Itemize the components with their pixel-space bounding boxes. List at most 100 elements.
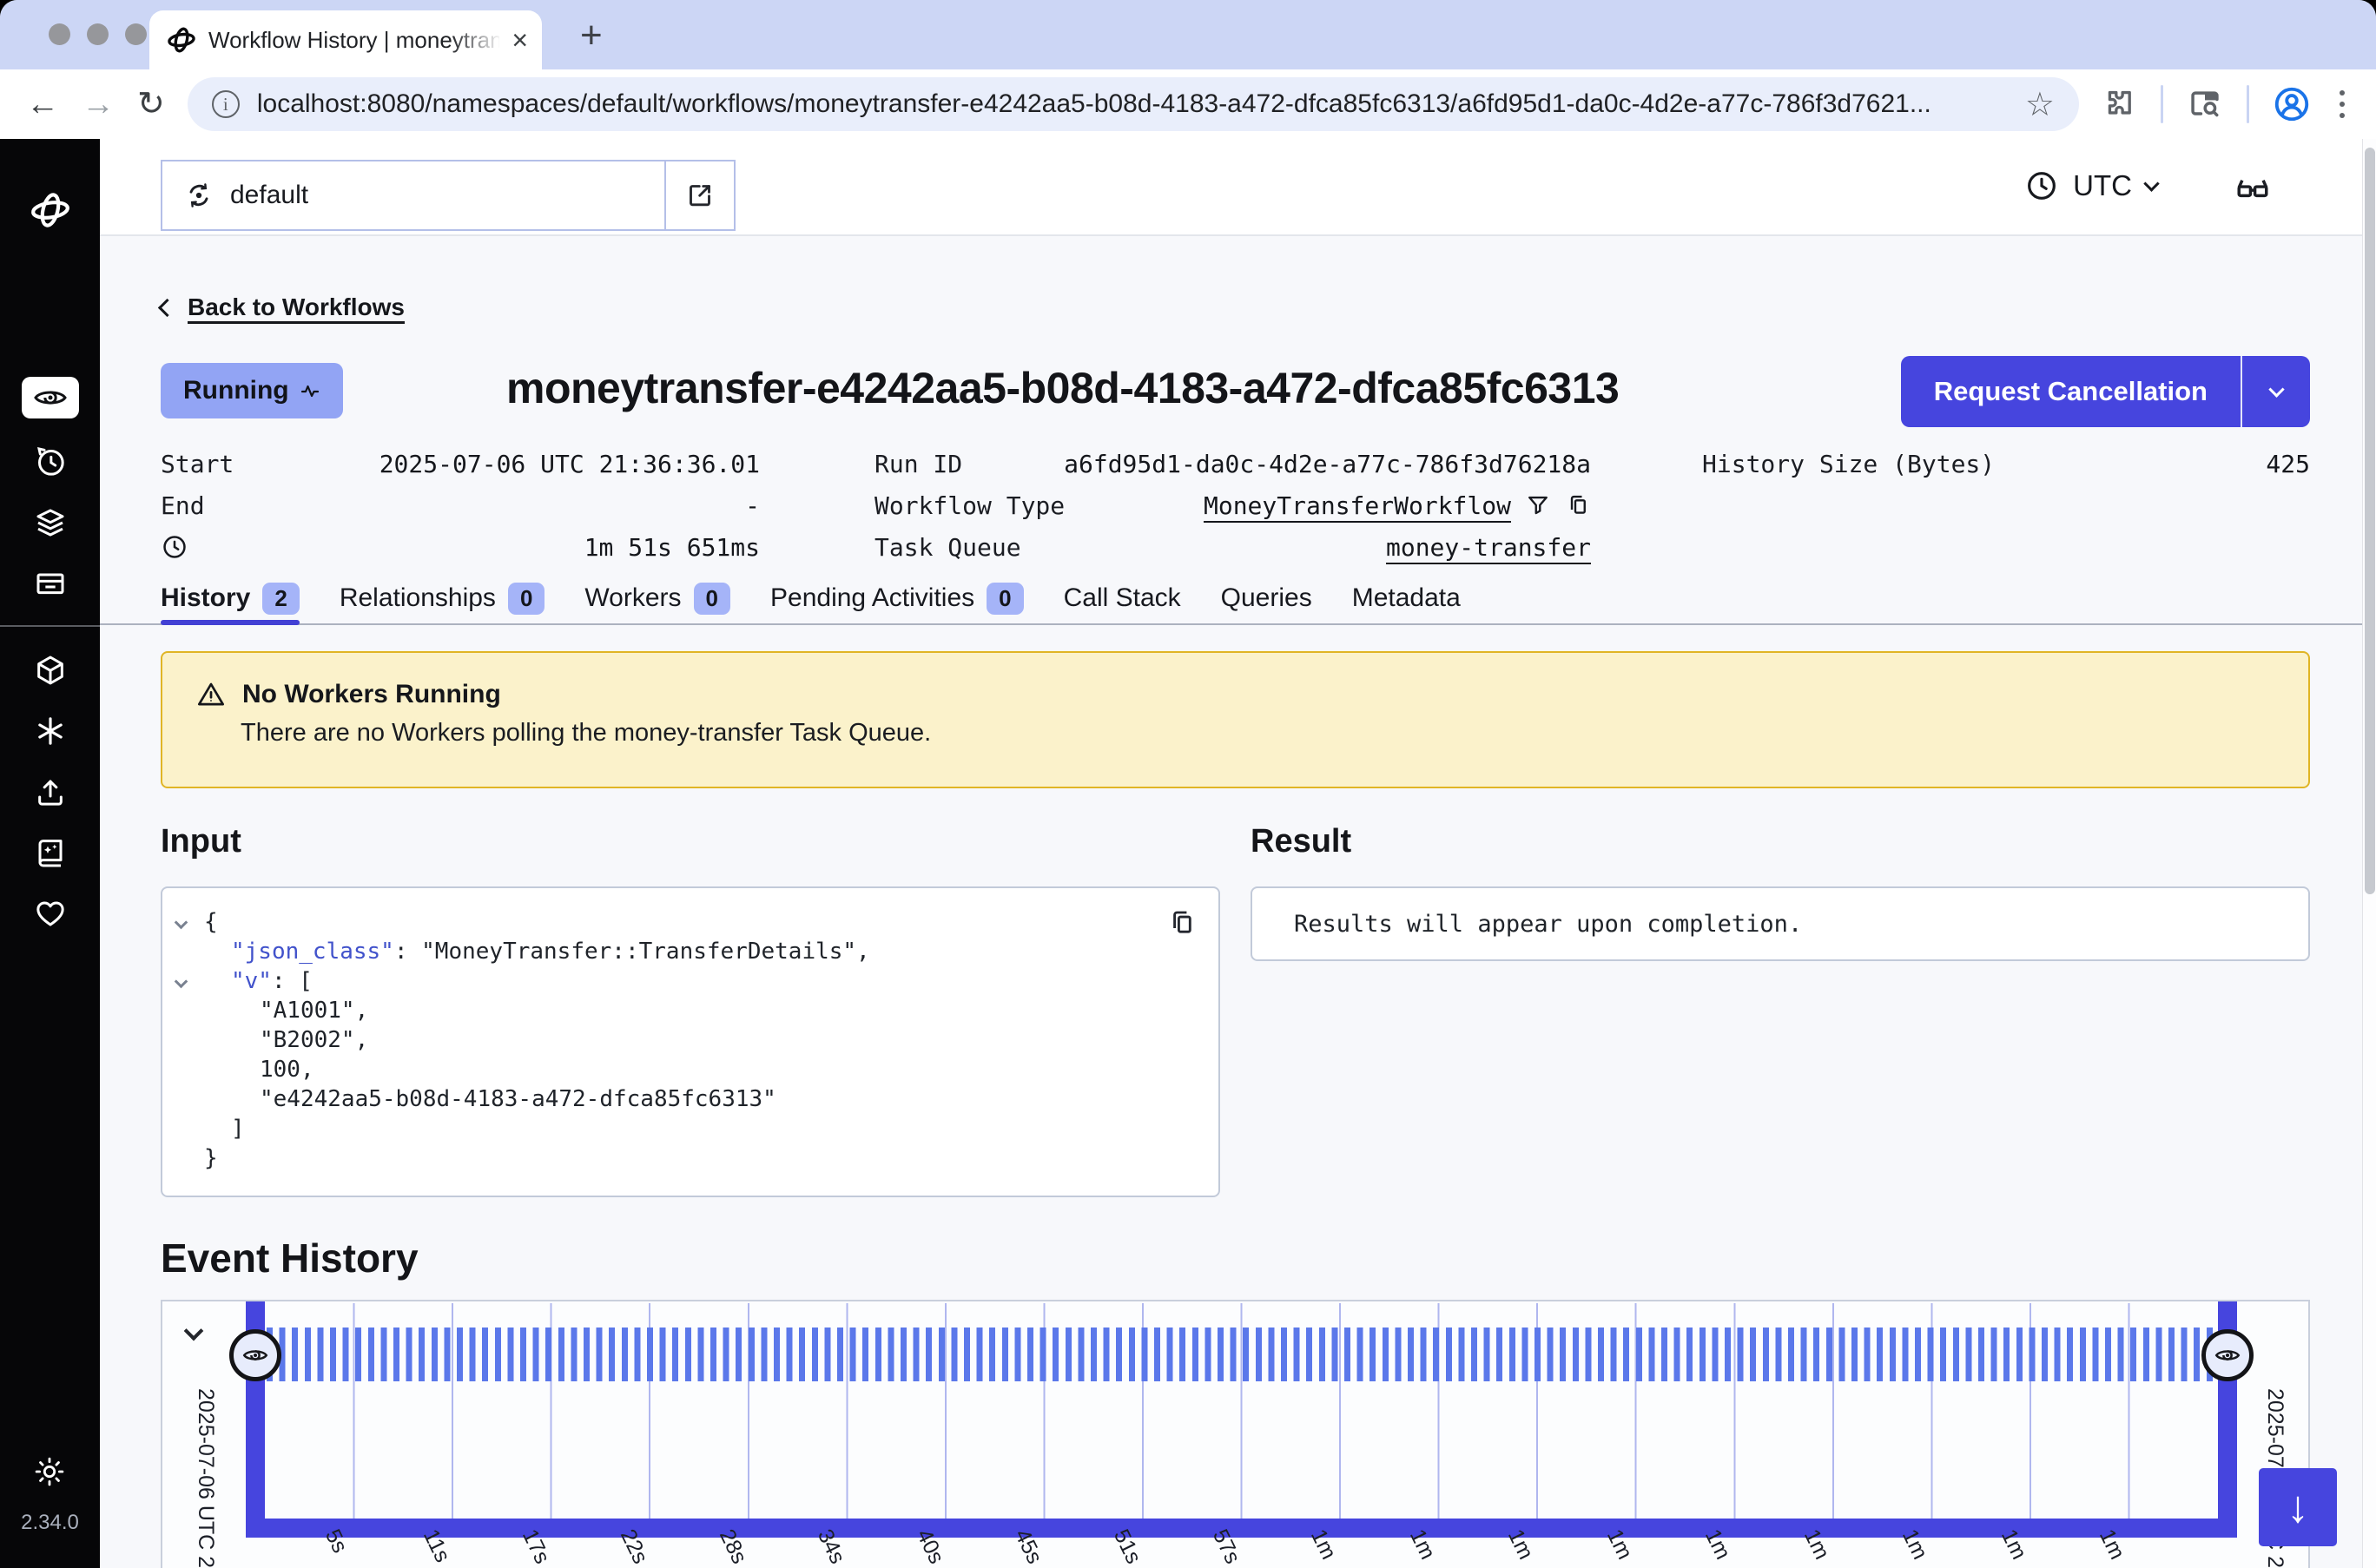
clock-icon: [2024, 168, 2059, 203]
meta-start-row: Start 2025-07-06 UTC 21:36:36.01: [161, 443, 760, 484]
duration-clock-icon: [161, 533, 188, 561]
meta-run-id-row: Run ID a6fd95d1-da0c-4d2e-a77c-786f3d762…: [874, 443, 1591, 484]
input-card: { "json_class": "MoneyTransfer::Transfer…: [161, 886, 1220, 1197]
tab-close-icon[interactable]: ×: [512, 26, 528, 54]
event-history-timeline[interactable]: 2025-07-06 UTC 2 2025-07-06 UTC 2 5s 11s…: [161, 1300, 2310, 1568]
sidebar-item-import[interactable]: [33, 774, 68, 809]
json-line: 100,: [162, 1057, 1218, 1086]
warning-message: There are no Workers polling the money-t…: [241, 719, 2308, 748]
app-header: default UTC: [100, 139, 2376, 236]
meta-duration-row: 1m 51s 651ms: [161, 526, 760, 568]
history-count-badge: 2: [262, 583, 299, 615]
new-tab-button[interactable]: +: [580, 14, 603, 57]
page-scrollbar[interactable]: [2362, 139, 2376, 1568]
sidebar-divider: [0, 625, 100, 627]
url-bar[interactable]: i localhost:8080/namespaces/default/work…: [188, 77, 2079, 131]
eye-icon: [2214, 1342, 2241, 1368]
back-to-workflows-link[interactable]: Back to Workflows: [161, 293, 405, 321]
cancel-menu-chevron-icon[interactable]: [2241, 356, 2310, 427]
sidebar-item-docs[interactable]: [33, 835, 68, 870]
status-badge[interactable]: Running: [161, 363, 343, 418]
site-info-icon[interactable]: i: [212, 90, 240, 118]
run-id-value: a6fd95d1-da0c-4d2e-a77c-786f3d76218a: [1064, 450, 1591, 478]
sidebar-item-batch-operations[interactable]: [33, 566, 68, 601]
workflow-title: moneytransfer-e4242aa5-b08d-4183-a472-df…: [506, 363, 1930, 413]
scrollbar-thumb[interactable]: [2365, 148, 2375, 894]
timeline-start-marker[interactable]: [229, 1329, 281, 1381]
tab-pending-activities[interactable]: Pending Activities0: [770, 573, 1024, 623]
sidebar-item-schedules[interactable]: [33, 445, 68, 479]
chevron-down-icon: [2143, 175, 2159, 191]
relationships-count-badge: 0: [508, 583, 544, 615]
temporal-logo-icon: [30, 189, 71, 231]
reload-icon[interactable]: ↻: [137, 88, 165, 121]
copy-icon[interactable]: [1565, 492, 1591, 518]
json-line: "json_class": "MoneyTransfer::TransferDe…: [162, 939, 1218, 968]
sidebar-item-workflows[interactable]: [22, 377, 79, 418]
sidebar-item-feedback[interactable]: [33, 896, 68, 931]
profile-avatar-icon[interactable]: [2272, 84, 2312, 124]
task-queue-link[interactable]: money-transfer: [1386, 533, 1591, 562]
toolbar-divider: [2161, 85, 2163, 123]
warning-title: No Workers Running: [242, 680, 501, 709]
timeline-activity-stripes: [267, 1328, 2217, 1381]
pulse-icon: [300, 380, 320, 401]
meta-history-size-row: History Size (Bytes) 425: [1702, 443, 2310, 484]
warning-triangle-icon: [195, 679, 227, 710]
labs-glasses-icon[interactable]: [2234, 170, 2272, 208]
json-line: "B2002",: [162, 1027, 1218, 1057]
timezone-select[interactable]: UTC: [2024, 168, 2157, 203]
window-minimize-button[interactable]: [87, 23, 109, 45]
timeline-start-date-label: 2025-07-06 UTC 2: [193, 1388, 218, 1568]
sidebar-item-nexus[interactable]: [33, 714, 68, 748]
request-cancellation-button[interactable]: Request Cancellation: [1901, 356, 2310, 427]
result-heading: Result: [1251, 823, 1351, 860]
eye-icon: [242, 1342, 268, 1368]
namespace-name: default: [230, 181, 308, 210]
window-zoom-button[interactable]: [125, 23, 147, 45]
timeline-collapse-chevron-icon[interactable]: [184, 1321, 204, 1341]
workflow-tab-nav: History2 Relationships0 Workers0 Pending…: [100, 573, 2362, 625]
namespace-select[interactable]: default: [161, 160, 736, 231]
duration-value: 1m 51s 651ms: [584, 533, 760, 562]
copy-input-icon[interactable]: [1166, 907, 1198, 939]
json-line: {: [162, 909, 1218, 939]
sidebar-item-namespaces[interactable]: [33, 653, 68, 688]
tab-metadata[interactable]: Metadata: [1352, 573, 1461, 623]
meta-end-row: End -: [161, 484, 760, 526]
namespace-external-link-icon[interactable]: [664, 161, 734, 229]
search-tabs-icon[interactable]: [2186, 85, 2224, 123]
tab-queries[interactable]: Queries: [1221, 573, 1312, 623]
sidebar: 2.34.0: [0, 139, 100, 1568]
json-line: "A1001",: [162, 998, 1218, 1027]
window-close-button[interactable]: [49, 23, 70, 45]
browser-menu-icon[interactable]: [2334, 90, 2350, 118]
back-icon[interactable]: ←: [26, 88, 59, 121]
browser-tab-strip: Workflow History | moneytran × +: [0, 0, 2376, 69]
event-history-heading: Event History: [161, 1235, 419, 1281]
extensions-puzzle-icon[interactable]: [2102, 86, 2138, 122]
tab-relationships[interactable]: Relationships0: [340, 573, 545, 623]
tab-history[interactable]: History2: [161, 573, 300, 623]
filter-icon[interactable]: [1525, 492, 1551, 518]
theme-toggle-sun-icon[interactable]: [33, 1455, 66, 1488]
browser-tab[interactable]: Workflow History | moneytran ×: [149, 10, 542, 69]
url-text[interactable]: localhost:8080/namespaces/default/workfl…: [257, 89, 2008, 119]
temporal-favicon-icon: [167, 25, 196, 55]
forward-icon[interactable]: →: [82, 88, 115, 121]
result-card: Results will appear upon completion.: [1251, 886, 2310, 961]
scroll-to-bottom-button[interactable]: ↓: [2259, 1468, 2337, 1546]
workflows-eye-icon: [22, 377, 79, 418]
tab-call-stack[interactable]: Call Stack: [1064, 573, 1181, 623]
timeline-axis-bar: [246, 1519, 2237, 1538]
timeline-end-marker[interactable]: [2201, 1329, 2254, 1381]
end-value: -: [745, 491, 760, 520]
browser-toolbar: ← → ↻ i localhost:8080/namespaces/defaul…: [0, 69, 2376, 139]
bookmark-star-icon[interactable]: ☆: [2025, 85, 2055, 124]
tab-title-fade: [450, 23, 502, 57]
sidebar-item-deployments[interactable]: [33, 505, 68, 540]
workflow-type-link[interactable]: MoneyTransferWorkflow: [1204, 491, 1511, 520]
tab-workers[interactable]: Workers0: [584, 573, 730, 623]
start-value: 2025-07-06 UTC 21:36:36.01: [380, 450, 760, 478]
window-controls[interactable]: [49, 23, 147, 45]
